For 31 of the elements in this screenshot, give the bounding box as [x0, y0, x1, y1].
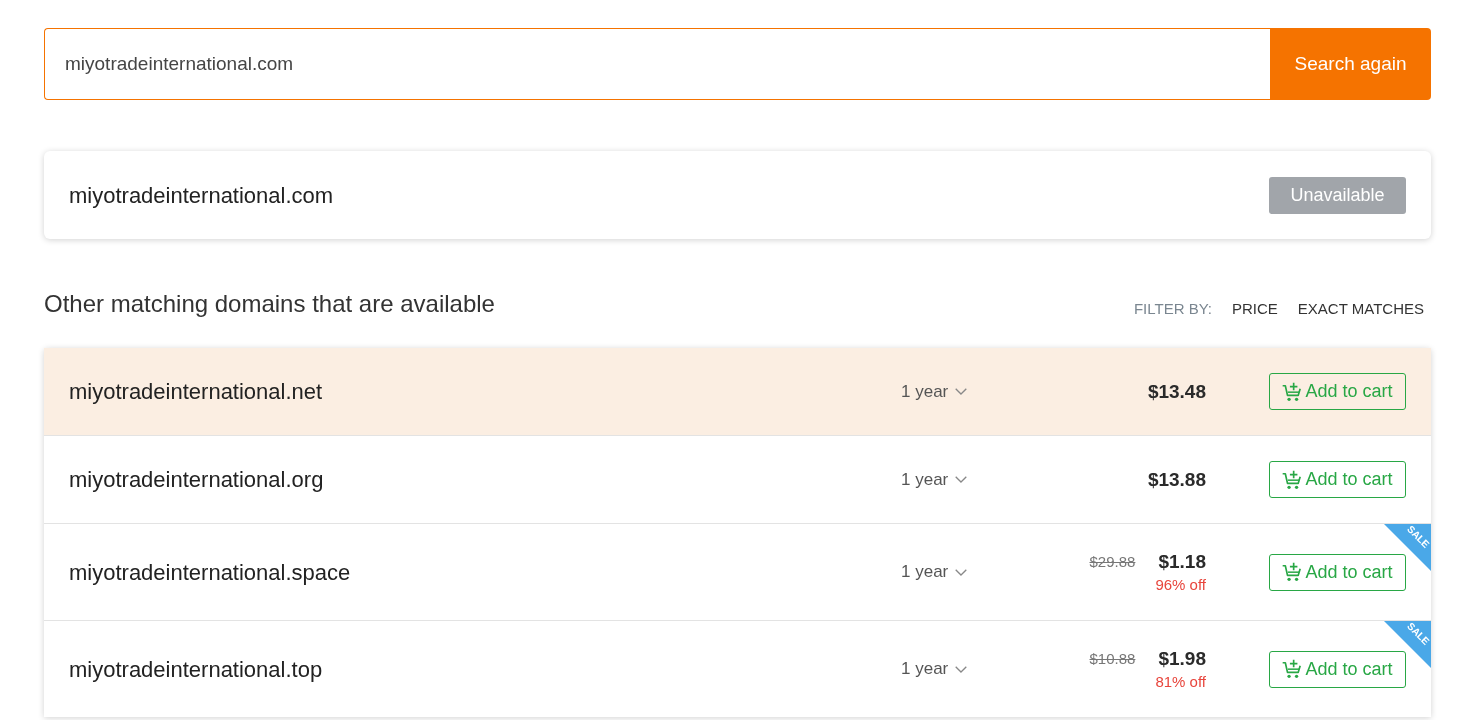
section-heading: Other matching domains that are available: [44, 289, 495, 319]
original-price: $29.88: [1089, 552, 1136, 572]
price: $1.18: [1157, 550, 1206, 574]
filter-link[interactable]: EXACT MATCHES: [1297, 297, 1424, 321]
discount-text: 96% off: [1155, 575, 1206, 595]
filter-link[interactable]: PRICE: [1232, 297, 1278, 321]
status-tag: Unavailable: [1269, 176, 1406, 214]
discount-text: 81% off: [1155, 672, 1206, 692]
term-dropdown[interactable]: 1 year: [901, 656, 968, 682]
chevron-down-icon: [955, 568, 968, 576]
domain-name: miyotradeinternational.org: [69, 467, 324, 492]
cart-plus-icon: [1282, 659, 1303, 679]
cart-plus-icon: [1282, 381, 1303, 402]
cart-plus-icon: [1282, 562, 1303, 582]
domain-name: miyotradeinternational.com: [69, 181, 334, 210]
price: $13.48: [1147, 379, 1206, 404]
price: $13.88: [1147, 467, 1206, 492]
domain-name: miyotradeinternational.top: [69, 656, 323, 682]
chevron-down-icon: [955, 388, 968, 395]
filter-label: FILTER BY:: [1133, 299, 1212, 319]
search-field[interactable]: miyotradeinternational.com: [44, 28, 1270, 100]
term-dropdown[interactable]: 1 year: [901, 466, 968, 493]
term-dropdown[interactable]: 1 year: [901, 559, 968, 585]
cart-plus-icon: [1282, 469, 1303, 490]
domain-name: miyotradeinternational.net: [69, 379, 323, 404]
price: $1.98: [1157, 647, 1206, 671]
term-dropdown[interactable]: 1 year: [901, 378, 968, 405]
chevron-down-icon: [955, 476, 968, 483]
domain-name: miyotradeinternational.space: [69, 559, 351, 585]
chevron-down-icon: [955, 665, 968, 673]
original-price: $10.88: [1089, 649, 1136, 669]
